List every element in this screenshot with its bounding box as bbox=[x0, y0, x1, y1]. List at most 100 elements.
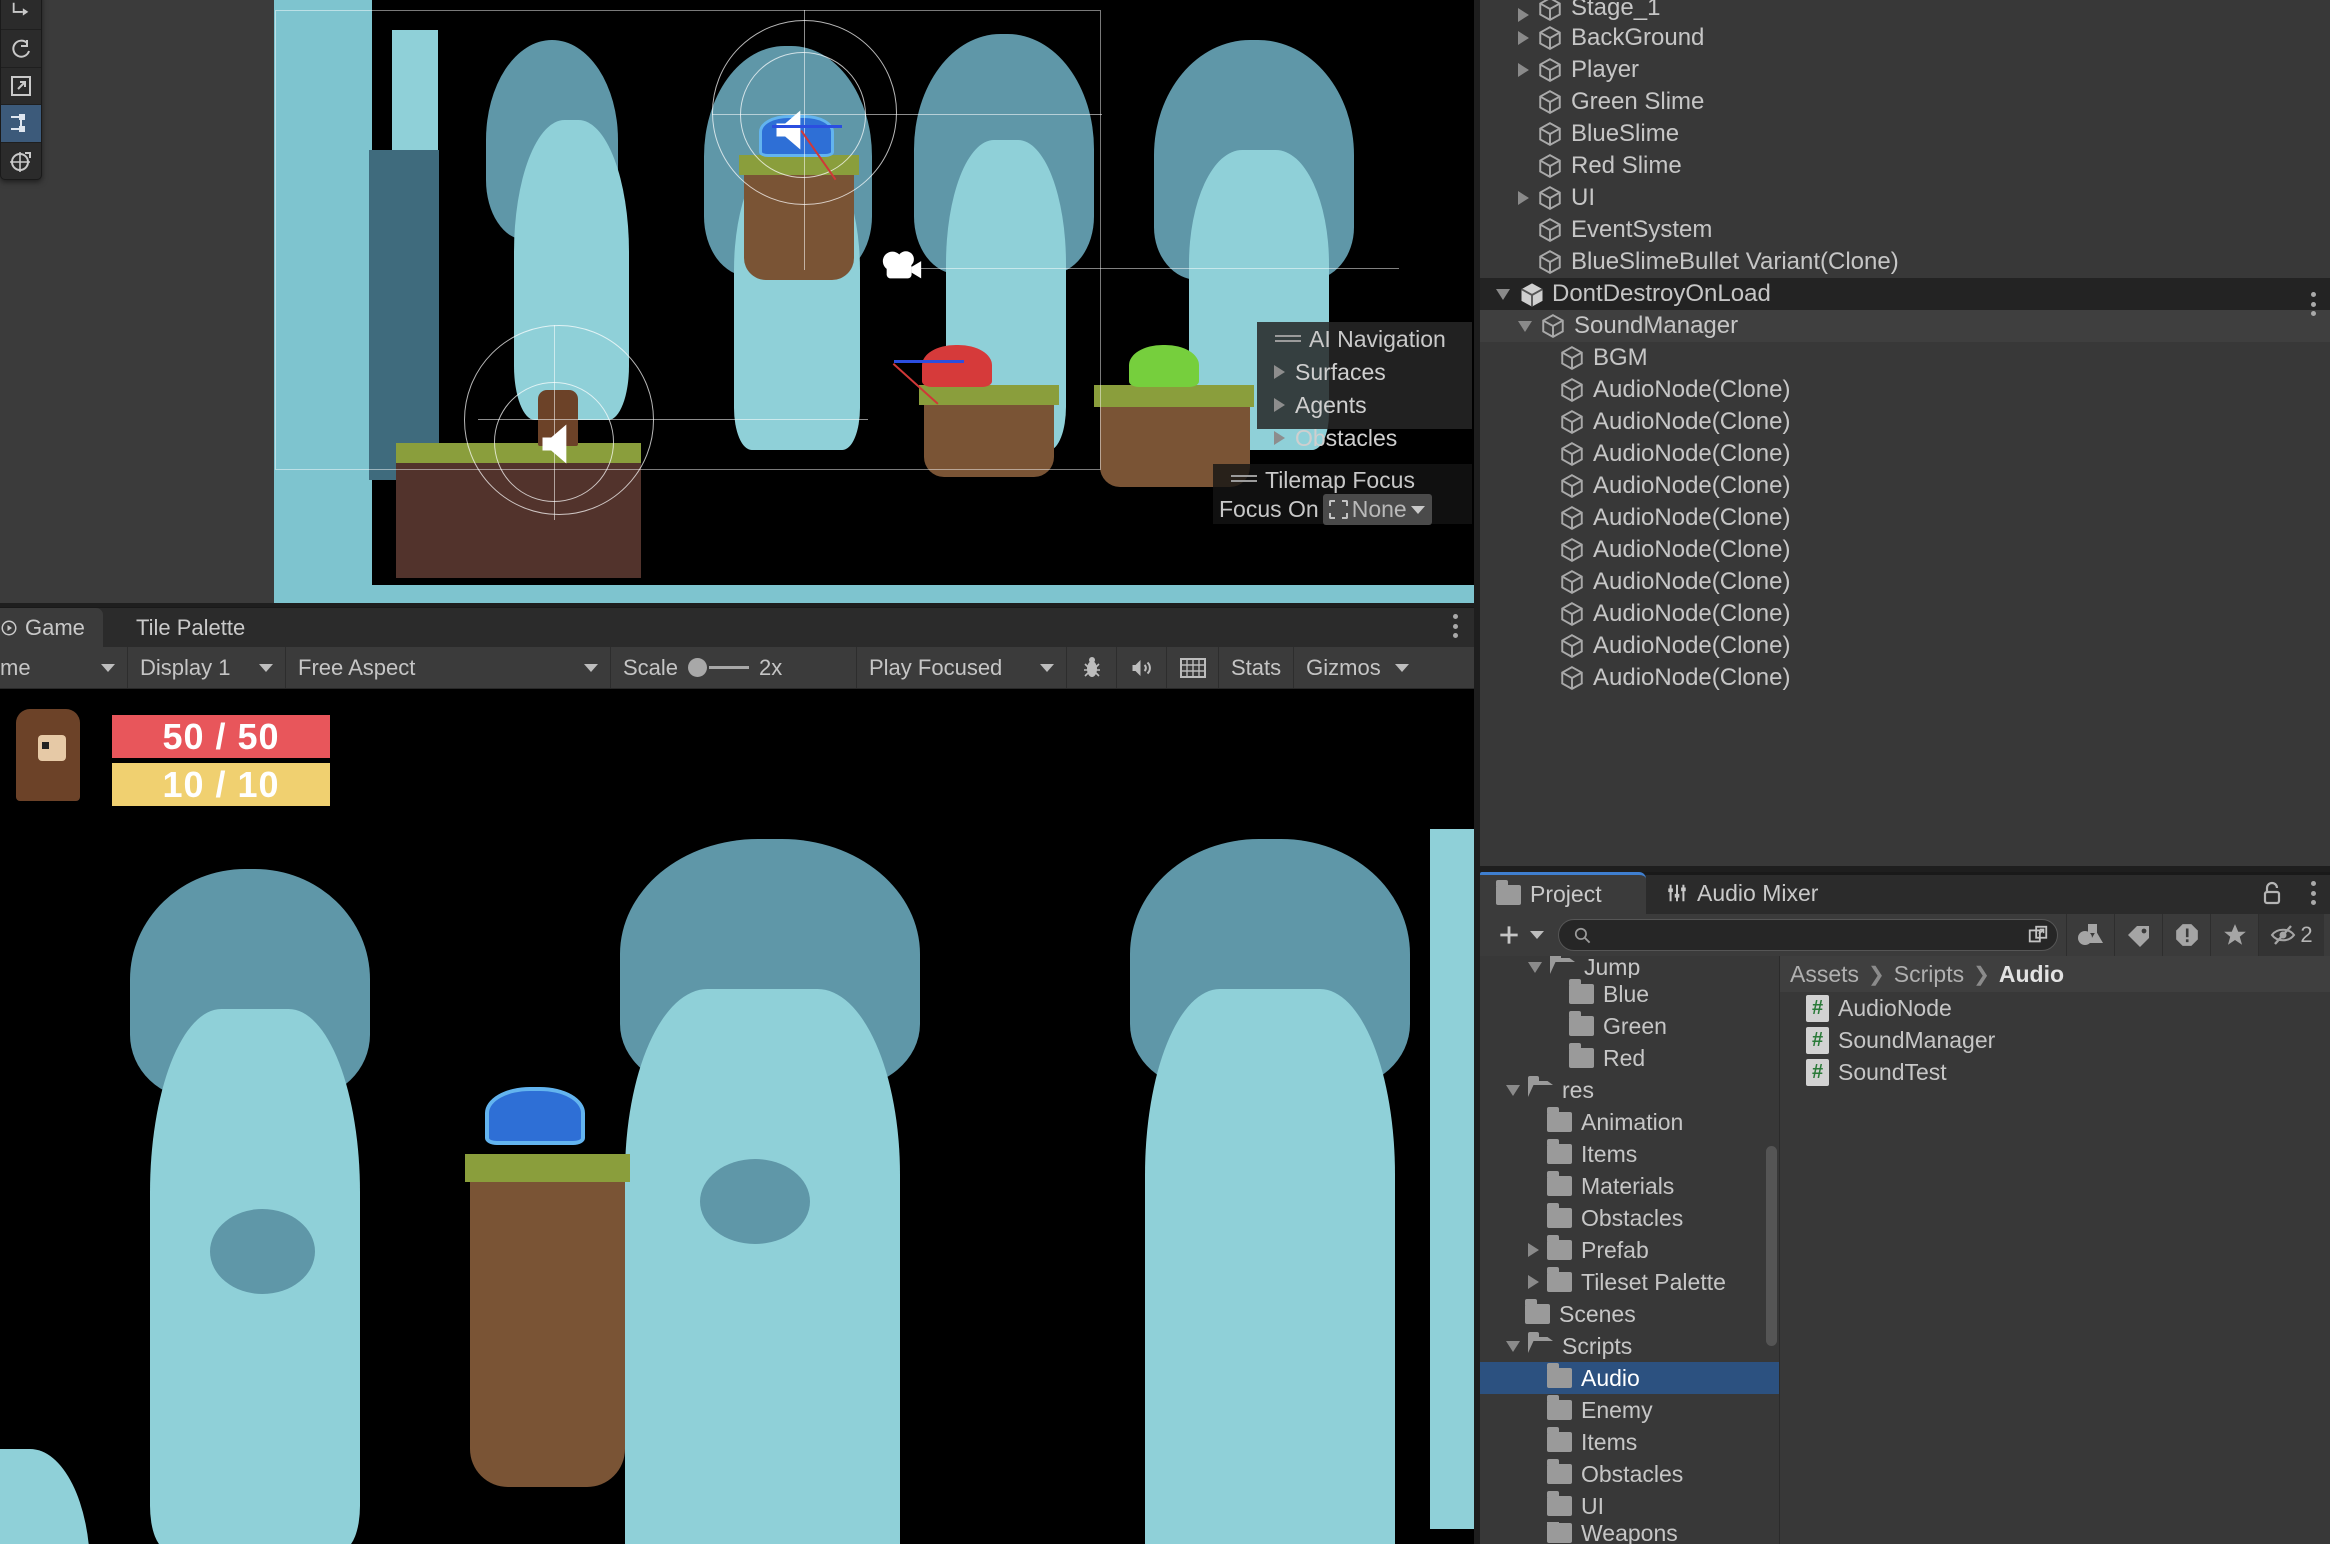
project-folder-row[interactable]: Animation bbox=[1480, 1106, 1779, 1138]
chevron-down-icon[interactable] bbox=[1528, 961, 1542, 973]
hierarchy-row[interactable]: AudioNode(Clone) bbox=[1480, 598, 2330, 630]
hidden-assets-indicator[interactable]: 2 bbox=[2258, 914, 2324, 956]
chevron-right-icon[interactable] bbox=[1518, 63, 1529, 77]
chevron-right-icon[interactable] bbox=[1528, 1243, 1539, 1257]
panel-divider-horizontal-left[interactable] bbox=[0, 603, 1474, 607]
asset-row[interactable]: # SoundTest bbox=[1780, 1056, 2330, 1088]
panel-divider-vertical[interactable] bbox=[1474, 0, 1480, 1544]
hierarchy-row[interactable]: AudioNode(Clone) bbox=[1480, 406, 2330, 438]
ai-nav-row-obstacles[interactable]: Obstacles bbox=[1257, 422, 1472, 455]
project-folder-row[interactable]: Obstacles bbox=[1480, 1202, 1779, 1234]
project-folder-row[interactable]: Green bbox=[1480, 1010, 1779, 1042]
ai-nav-row-surfaces[interactable]: Surfaces bbox=[1257, 356, 1472, 389]
project-folder-row[interactable]: Weapons bbox=[1480, 1522, 1779, 1544]
project-detail-pane[interactable]: Assets ❯ Scripts ❯ Audio # AudioNode # Soun… bbox=[1780, 956, 2330, 1544]
tab-tile-palette[interactable]: Tile Palette bbox=[118, 608, 263, 647]
debug-bug-button[interactable] bbox=[1067, 647, 1117, 688]
rotate-tool-button[interactable] bbox=[1, 30, 41, 68]
hierarchy-row[interactable]: AudioNode(Clone) bbox=[1480, 662, 2330, 694]
hierarchy-list[interactable]: Stage_1 BackGround Player Green Slime BlueSl… bbox=[1480, 0, 2330, 694]
scale-tool-button[interactable] bbox=[1, 68, 41, 106]
breadcrumb-scripts[interactable]: Scripts bbox=[1894, 961, 1964, 988]
project-body[interactable]: Jump Blue Green Red res Animation Items Materia… bbox=[1480, 956, 2330, 1544]
hierarchy-row[interactable]: BackGround bbox=[1480, 22, 2330, 54]
project-tree-scrollbar[interactable] bbox=[1766, 956, 1777, 1544]
scene-tools-strip[interactable] bbox=[0, 0, 42, 180]
hierarchy-row[interactable]: AudioNode(Clone) bbox=[1480, 630, 2330, 662]
project-folder-row[interactable]: Prefab bbox=[1480, 1234, 1779, 1266]
move-tool-button[interactable] bbox=[1, 0, 41, 31]
hierarchy-row[interactable]: BlueSlimeBullet Variant(Clone) bbox=[1480, 246, 2330, 278]
hierarchy-row[interactable]: Green Slime bbox=[1480, 86, 2330, 118]
project-folder-tree[interactable]: Jump Blue Green Red res Animation Items Materia… bbox=[1480, 956, 1780, 1544]
hierarchy-row[interactable]: BGM bbox=[1480, 342, 2330, 374]
transform-tool-button[interactable] bbox=[1, 143, 41, 179]
project-folder-row[interactable]: Items bbox=[1480, 1138, 1779, 1170]
project-folder-row[interactable]: Obstacles bbox=[1480, 1458, 1779, 1490]
asset-row[interactable]: # SoundManager bbox=[1780, 1024, 2330, 1056]
play-mode-dropdown[interactable]: Play Focused bbox=[857, 647, 1067, 688]
ai-navigation-overlay[interactable]: AI Navigation Surfaces Agents Obstacles bbox=[1257, 322, 1472, 451]
lock-icon[interactable] bbox=[2260, 880, 2284, 906]
hierarchy-row[interactable]: AudioNode(Clone) bbox=[1480, 566, 2330, 598]
camera-select-dropdown[interactable]: me bbox=[0, 647, 128, 688]
aspect-dropdown[interactable]: Free Aspect bbox=[286, 647, 611, 688]
slider-track[interactable] bbox=[709, 666, 750, 669]
breadcrumb-assets[interactable]: Assets bbox=[1790, 961, 1859, 988]
chevron-down-icon[interactable] bbox=[1518, 320, 1532, 332]
chevron-down-icon[interactable] bbox=[1496, 288, 1510, 300]
project-folder-row[interactable]: Jump bbox=[1480, 956, 1779, 978]
tab-audio-mixer[interactable]: Audio Mixer bbox=[1650, 872, 1834, 914]
favorites-filter-button[interactable] bbox=[2210, 914, 2258, 956]
hierarchy-row[interactable]: AudioNode(Clone) bbox=[1480, 502, 2330, 534]
scene-view-panel[interactable]: AI Navigation Surfaces Agents Obstacles … bbox=[0, 0, 1474, 605]
project-folder-row[interactable]: Enemy bbox=[1480, 1394, 1779, 1426]
project-folder-row[interactable]: Blue bbox=[1480, 978, 1779, 1010]
hierarchy-row[interactable]: AudioNode(Clone) bbox=[1480, 534, 2330, 566]
drag-handle-icon[interactable] bbox=[1231, 475, 1257, 484]
hierarchy-row[interactable]: Red Slime bbox=[1480, 150, 2330, 182]
grid-toggle-button[interactable] bbox=[1167, 647, 1219, 688]
scale-slider[interactable] bbox=[688, 658, 750, 677]
project-folder-row[interactable]: Materials bbox=[1480, 1170, 1779, 1202]
stats-button[interactable]: Stats bbox=[1219, 647, 1295, 688]
game-view-toolbar[interactable]: me Display 1 Free Aspect Scale 2x Play F… bbox=[0, 647, 1474, 689]
hierarchy-row[interactable]: DontDestroyOnLoad bbox=[1480, 278, 2330, 310]
breadcrumb[interactable]: Assets ❯ Scripts ❯ Audio bbox=[1780, 956, 2330, 992]
chevron-down-icon[interactable] bbox=[1506, 1084, 1520, 1096]
create-asset-button[interactable] bbox=[1486, 922, 1544, 948]
tab-game[interactable]: Game bbox=[0, 608, 103, 647]
hierarchy-row-menu-button[interactable] bbox=[2310, 292, 2316, 316]
project-panel-menu-button[interactable] bbox=[2310, 881, 2316, 905]
search-input[interactable] bbox=[1558, 919, 2058, 951]
drag-handle-icon[interactable] bbox=[1275, 335, 1301, 344]
warning-filter-button[interactable] bbox=[2162, 914, 2210, 956]
hierarchy-row[interactable]: Player bbox=[1480, 54, 2330, 86]
chevron-right-icon[interactable] bbox=[1528, 1275, 1539, 1289]
project-folder-row[interactable]: Red bbox=[1480, 1042, 1779, 1074]
project-panel[interactable]: Project Audio Mixer 2 Jump Blue Green Re… bbox=[1480, 872, 2330, 1544]
project-folder-row[interactable]: Scenes bbox=[1480, 1298, 1779, 1330]
project-folder-row[interactable]: Scripts bbox=[1480, 1330, 1779, 1362]
hierarchy-row[interactable]: AudioNode(Clone) bbox=[1480, 470, 2330, 502]
hierarchy-row[interactable]: AudioNode(Clone) bbox=[1480, 374, 2330, 406]
asset-row[interactable]: # AudioNode bbox=[1780, 992, 2330, 1024]
display-dropdown[interactable]: Display 1 bbox=[128, 647, 286, 688]
hierarchy-row[interactable]: BlueSlime bbox=[1480, 118, 2330, 150]
rect-transform-tool-button[interactable] bbox=[1, 105, 41, 143]
chevron-right-icon[interactable] bbox=[1518, 31, 1529, 45]
project-folder-row[interactable]: Items bbox=[1480, 1426, 1779, 1458]
hierarchy-panel[interactable]: Stage_1 BackGround Player Green Slime BlueSl… bbox=[1480, 0, 2330, 872]
project-folder-row[interactable]: Audio bbox=[1480, 1362, 1779, 1394]
gizmos-dropdown[interactable]: Gizmos bbox=[1294, 647, 1421, 688]
panel-menu-button[interactable] bbox=[1452, 614, 1458, 638]
save-search-icon[interactable] bbox=[2027, 924, 2049, 946]
project-folder-list[interactable]: Jump Blue Green Red res Animation Items Materia… bbox=[1480, 956, 1779, 1544]
chevron-right-icon[interactable] bbox=[1518, 191, 1529, 205]
game-view-panel[interactable]: Game Tile Palette me Display 1 Free Aspe… bbox=[0, 605, 1474, 1544]
panel-divider-horizontal[interactable] bbox=[1480, 866, 2330, 872]
hierarchy-row[interactable]: AudioNode(Clone) bbox=[1480, 438, 2330, 470]
scrollbar-thumb[interactable] bbox=[1766, 1146, 1777, 1346]
slider-knob[interactable] bbox=[688, 658, 708, 677]
hierarchy-row[interactable]: SoundManager bbox=[1480, 310, 2330, 342]
